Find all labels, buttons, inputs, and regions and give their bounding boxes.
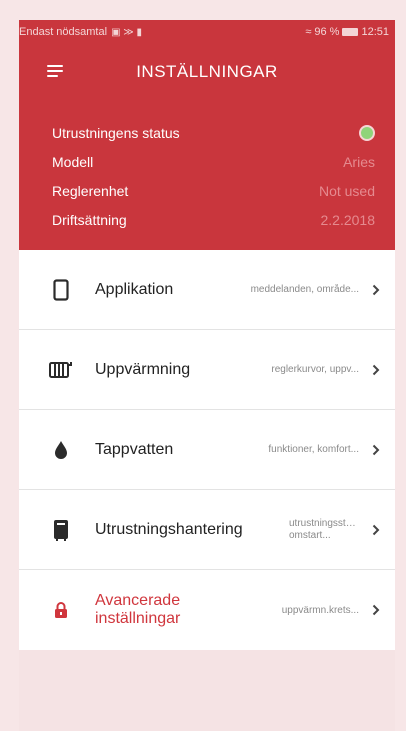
menu-item-utrustningshantering[interactable]: Utrustningshantering utrustningsstatus, … [19,490,395,570]
lock-icon [43,602,79,618]
battery-icon [342,28,359,36]
water-drop-icon [43,440,79,460]
menu-item-label: Avancerade inställningar [95,592,181,627]
notification-icons: ▣ ≫ ▮ [111,26,143,38]
menu-item-uppvarmning[interactable]: Uppvärmning reglerkurvor, uppv... [19,330,395,410]
tablet-icon [43,278,79,301]
menu-item-applikation[interactable]: Applikation meddelanden, område... [19,250,395,330]
wifi-icon: ≈ [305,26,312,38]
clock: 12:51 [361,26,389,38]
chevron-right-icon [369,364,383,376]
status-bar: Endast nödsamtal ▣ ≫ ▮ ≈ 96 % 12:51 [19,20,395,44]
commissioning-value: 2.2.2018 [320,211,376,228]
menu-item-desc: meddelanden, område... [250,284,359,295]
battery-percent: 96 % [314,26,340,38]
chevron-right-icon [369,284,383,296]
menu-item-label: Utrustningshantering [95,520,243,538]
chevron-right-icon [369,524,383,536]
info-row-status: Utrustningens status [52,118,375,147]
chevron-right-icon [369,444,383,456]
model-value: Aries [343,153,375,170]
commissioning-label: Driftsättning [52,211,127,228]
device-icon [43,519,79,541]
model-label: Modell [52,153,94,170]
menu-item-desc: funktioner, komfort... [268,444,359,455]
status-label: Utrustningens status [52,124,180,141]
info-row-controller: Reglerenhet Not used [52,176,375,205]
title-bar: INSTÄLLNINGAR [19,44,395,100]
phone-screen: Endast nödsamtal ▣ ≫ ▮ ≈ 96 % 12:51 INST… [19,20,395,731]
menu-item-desc: utrustningsstatus, omstart... [289,517,359,541]
menu-item-desc: reglerkurvor, uppv... [271,364,359,375]
equipment-info: Utrustningens status Modell Aries Regler… [52,118,375,234]
chevron-right-icon [369,604,383,616]
status-indicator [359,124,375,141]
menu-item-label: Uppvärmning [95,360,191,378]
page-title: INSTÄLLNINGAR [136,62,278,81]
menu-item-label: Tappvatten [95,440,174,458]
info-row-commissioning: Driftsättning 2.2.2018 [52,205,375,234]
status-right: ≈ 96 % 12:51 [305,26,389,38]
menu-item-desc: uppvärmn.krets... [281,604,359,616]
menu-item-tappvatten[interactable]: Tappvatten funktioner, komfort... [19,410,395,490]
radiator-icon [43,361,79,379]
carrier-text: Endast nödsamtal [19,26,108,38]
info-row-model: Modell Aries [52,147,375,176]
controller-label: Reglerenhet [52,182,129,199]
settings-header: Endast nödsamtal ▣ ≫ ▮ ≈ 96 % 12:51 INST… [19,20,395,250]
menu-item-label: Applikation [95,280,174,298]
settings-menu: Applikation meddelanden, område... Uppvä… [19,250,395,650]
controller-value: Not used [318,182,375,199]
menu-item-avancerade[interactable]: Avancerade inställningar uppvärmn.krets.… [19,570,395,650]
